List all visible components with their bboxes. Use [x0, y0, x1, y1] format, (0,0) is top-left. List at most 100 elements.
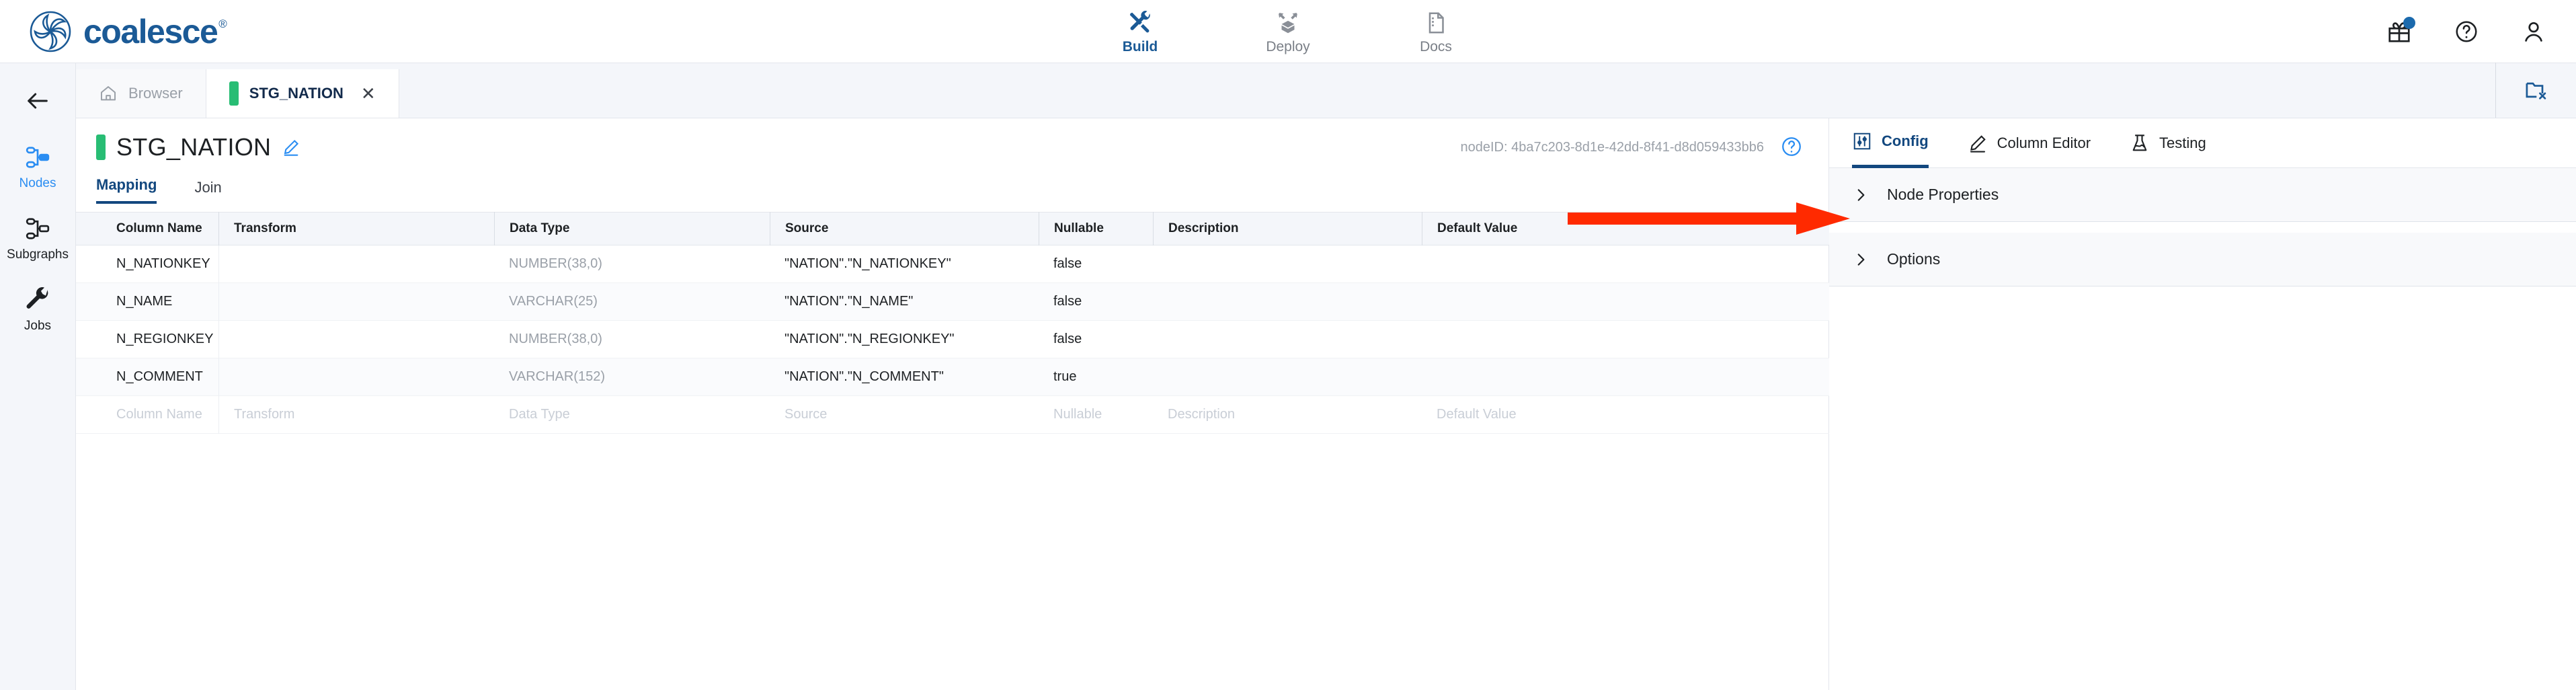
chevron-right-icon: [1852, 251, 1869, 268]
cell-data-type[interactable]: VARCHAR(152): [494, 369, 770, 385]
cell-transform[interactable]: [218, 245, 494, 283]
app-root: coalesce ® Build Deploy Docs Nodes Subgr…: [0, 0, 2576, 690]
placeholder-data-type[interactable]: Data Type: [494, 407, 770, 422]
rail-back-button[interactable]: [19, 82, 56, 120]
editor-header: STG_NATION nodeID: 4ba7c203-8d1e-42dd-8f…: [76, 118, 1828, 204]
cell-transform[interactable]: [218, 320, 494, 358]
config-panel-tabs: Config Column Editor Testing: [1829, 118, 2576, 168]
cell-data-type[interactable]: NUMBER(38,0): [494, 256, 770, 272]
header-data-type: Data Type: [494, 212, 770, 245]
accordion-options-label: Options: [1887, 250, 1941, 268]
accordion-divider: [1829, 222, 2576, 233]
cell-nullable[interactable]: false: [1039, 256, 1153, 272]
tab-browser-label: Browser: [128, 85, 183, 102]
editor-help-button[interactable]: [1780, 135, 1803, 158]
folder-close-icon: [2524, 78, 2548, 102]
topnav-label-docs: Docs: [1420, 39, 1452, 54]
subgraph-icon: [25, 214, 50, 243]
brand-registered-mark: ®: [218, 17, 227, 30]
placeholder-source[interactable]: Source: [770, 407, 1039, 422]
tab-config[interactable]: Config: [1852, 118, 1929, 168]
close-all-tabs-button[interactable]: [2495, 63, 2576, 118]
new-row-placeholder[interactable]: Column Name Transform Data Type Source N…: [76, 395, 1829, 434]
topnav-label-build: Build: [1122, 39, 1158, 54]
green-status-bar-icon: [96, 135, 106, 160]
tab-column-editor[interactable]: Column Editor: [1968, 118, 2091, 168]
coalesce-pinwheel-logo-icon: [30, 11, 71, 52]
gift-button[interactable]: [2384, 16, 2415, 47]
placeholder-description[interactable]: Description: [1153, 407, 1422, 422]
cell-column-name[interactable]: N_NAME: [76, 294, 218, 309]
brand-logo[interactable]: coalesce ®: [0, 11, 227, 52]
cell-column-name[interactable]: N_REGIONKEY: [76, 332, 218, 347]
table-row[interactable]: N_COMMENT VARCHAR(152) "NATION"."N_COMME…: [76, 358, 1829, 396]
help-button[interactable]: [2451, 16, 2482, 47]
brand-name: coalesce: [83, 12, 218, 50]
header-column-name: Column Name: [116, 221, 202, 235]
cell-source[interactable]: "NATION"."N_NAME": [770, 294, 1039, 309]
topnav-item-deploy[interactable]: Deploy: [1248, 9, 1328, 55]
placeholder-nullable[interactable]: Nullable: [1039, 407, 1153, 422]
accordion-options[interactable]: Options: [1829, 233, 2576, 286]
node-title-group: STG_NATION: [96, 133, 300, 161]
subtab-join[interactable]: Join: [194, 179, 221, 204]
placeholder-default-value[interactable]: Default Value: [1422, 407, 1825, 422]
notification-dot: [2403, 17, 2415, 29]
tab-stg-nation-label: STG_NATION: [249, 85, 344, 102]
topnav-item-build[interactable]: Build: [1100, 9, 1180, 55]
table-row[interactable]: N_REGIONKEY NUMBER(38,0) "NATION"."N_REG…: [76, 320, 1829, 358]
edit-node-name-button[interactable]: [282, 138, 300, 157]
table-row[interactable]: N_NAME VARCHAR(25) "NATION"."N_NAME" fal…: [76, 282, 1829, 321]
tab-config-label: Config: [1882, 132, 1929, 149]
cell-column-name[interactable]: N_NATIONKEY: [76, 256, 218, 272]
table-row[interactable]: N_NATIONKEY NUMBER(38,0) "NATION"."N_NAT…: [76, 245, 1829, 283]
cell-column-name[interactable]: N_COMMENT: [76, 369, 218, 385]
cell-nullable[interactable]: true: [1039, 369, 1153, 385]
close-icon[interactable]: ✕: [361, 83, 376, 104]
rail-label-jobs: Jobs: [24, 319, 52, 333]
sliders-icon: [1852, 131, 1872, 151]
deploy-box-icon: [1275, 9, 1301, 36]
header-transform: Transform: [218, 212, 494, 245]
cell-data-type[interactable]: NUMBER(38,0): [494, 332, 770, 347]
rail-item-jobs[interactable]: Jobs: [0, 285, 75, 334]
editor-subtabs: Mapping Join: [96, 176, 222, 204]
rail-item-subgraphs[interactable]: Subgraphs: [0, 214, 75, 262]
pencil-icon: [282, 138, 300, 157]
page-title: STG_NATION: [116, 133, 272, 161]
home-icon: [99, 84, 118, 103]
topnav-label-deploy: Deploy: [1266, 39, 1310, 54]
tools-icon: [1127, 9, 1153, 36]
topnav-item-docs[interactable]: Docs: [1396, 9, 1476, 55]
rail-item-nodes[interactable]: Nodes: [0, 143, 75, 191]
pencil-icon: [1968, 133, 1988, 153]
tab-browser[interactable]: Browser: [76, 69, 206, 118]
account-button[interactable]: [2518, 16, 2549, 47]
cell-source[interactable]: "NATION"."N_REGIONKEY": [770, 332, 1039, 347]
cell-nullable[interactable]: false: [1039, 294, 1153, 309]
placeholder-column-name[interactable]: Column Name: [76, 407, 218, 422]
help-circle-icon: [1780, 135, 1803, 158]
cell-transform[interactable]: [218, 358, 494, 396]
cell-transform[interactable]: [218, 282, 494, 321]
accordion-node-properties[interactable]: Node Properties: [1829, 168, 2576, 222]
tab-testing[interactable]: Testing: [2130, 118, 2206, 168]
top-bar: coalesce ® Build Deploy Docs: [0, 0, 2576, 63]
accordion-node-properties-label: Node Properties: [1887, 186, 1999, 203]
config-panel: Config Column Editor Testing Node Proper…: [1829, 118, 2576, 690]
node-editor: STG_NATION nodeID: 4ba7c203-8d1e-42dd-8f…: [76, 118, 1829, 690]
cell-source[interactable]: "NATION"."N_COMMENT": [770, 369, 1039, 385]
tab-strip: Browser STG_NATION ✕: [76, 63, 2576, 118]
top-navigation: Build Deploy Docs: [1100, 9, 1476, 55]
cell-source[interactable]: "NATION"."N_NATIONKEY": [770, 256, 1039, 272]
subtab-mapping[interactable]: Mapping: [96, 176, 157, 204]
flask-icon: [2130, 133, 2150, 153]
cell-nullable[interactable]: false: [1039, 332, 1153, 347]
placeholder-transform[interactable]: Transform: [218, 395, 494, 434]
header-source: Source: [770, 212, 1039, 245]
left-rail: Nodes Subgraphs Jobs: [0, 63, 76, 690]
tab-stg-nation[interactable]: STG_NATION ✕: [206, 69, 399, 118]
rail-label-subgraphs: Subgraphs: [7, 247, 69, 262]
cell-data-type[interactable]: VARCHAR(25): [494, 294, 770, 309]
table-header-row: Column Name Transform Data Type Source N…: [76, 212, 1829, 245]
